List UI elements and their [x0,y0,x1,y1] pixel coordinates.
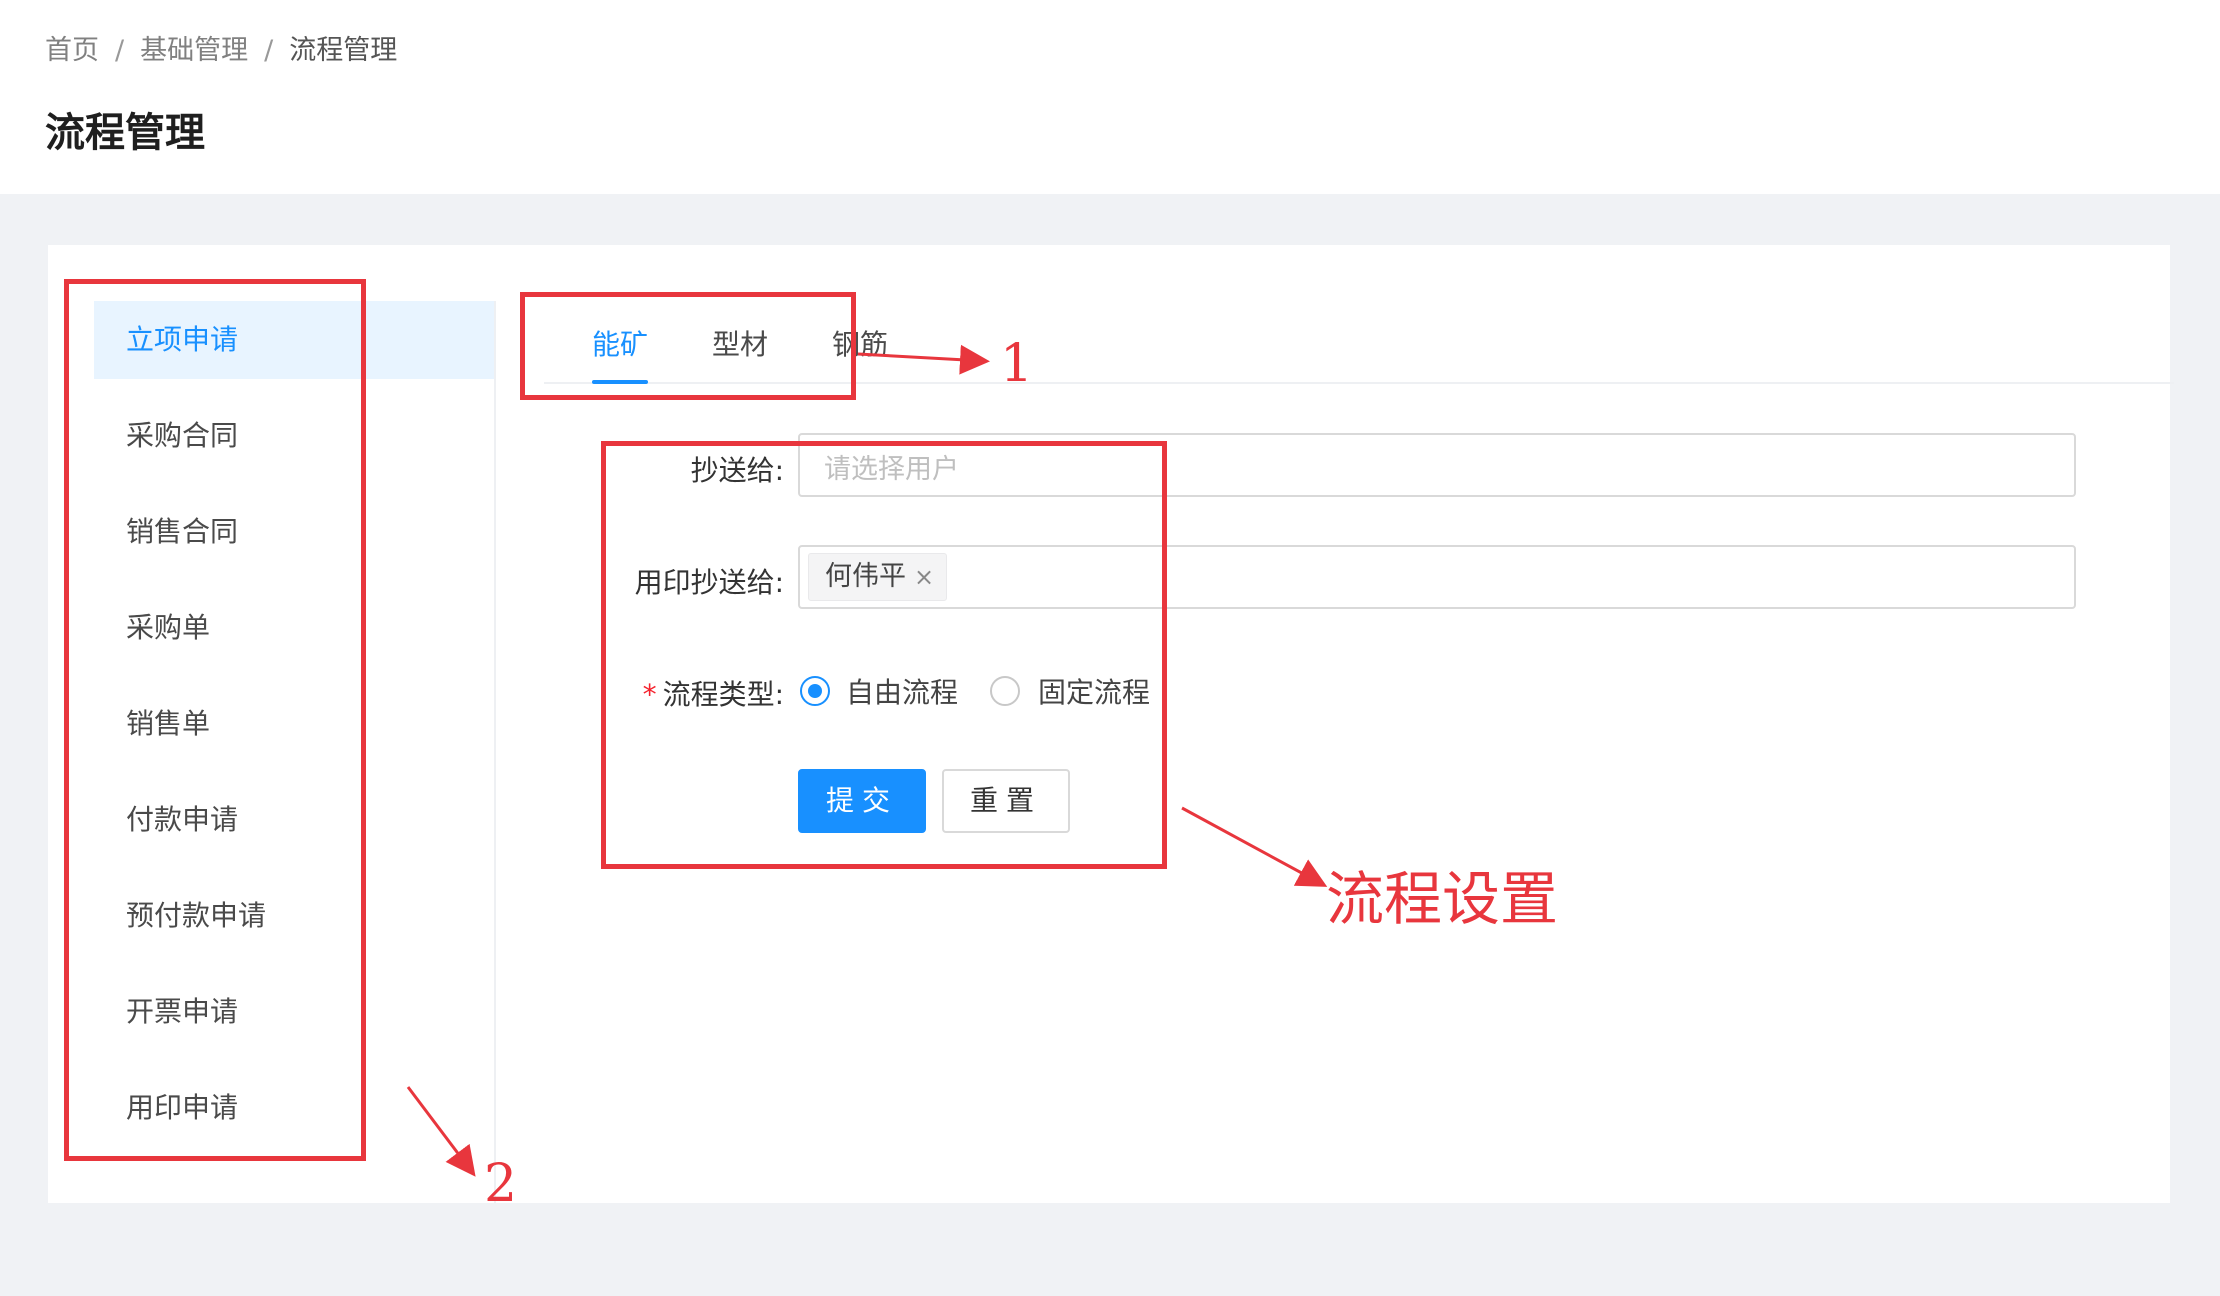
annotation-label-1: 1 [1000,334,1034,394]
arrow-to-2 [406,1086,476,1177]
annotation-label-2: 2 [484,1154,518,1214]
arrow-to-form-label [1181,806,1328,887]
annotation-label-form: 流程设置 [1326,865,1559,933]
annotation-arrows [406,344,1328,1177]
arrow-to-1 [857,344,990,375]
